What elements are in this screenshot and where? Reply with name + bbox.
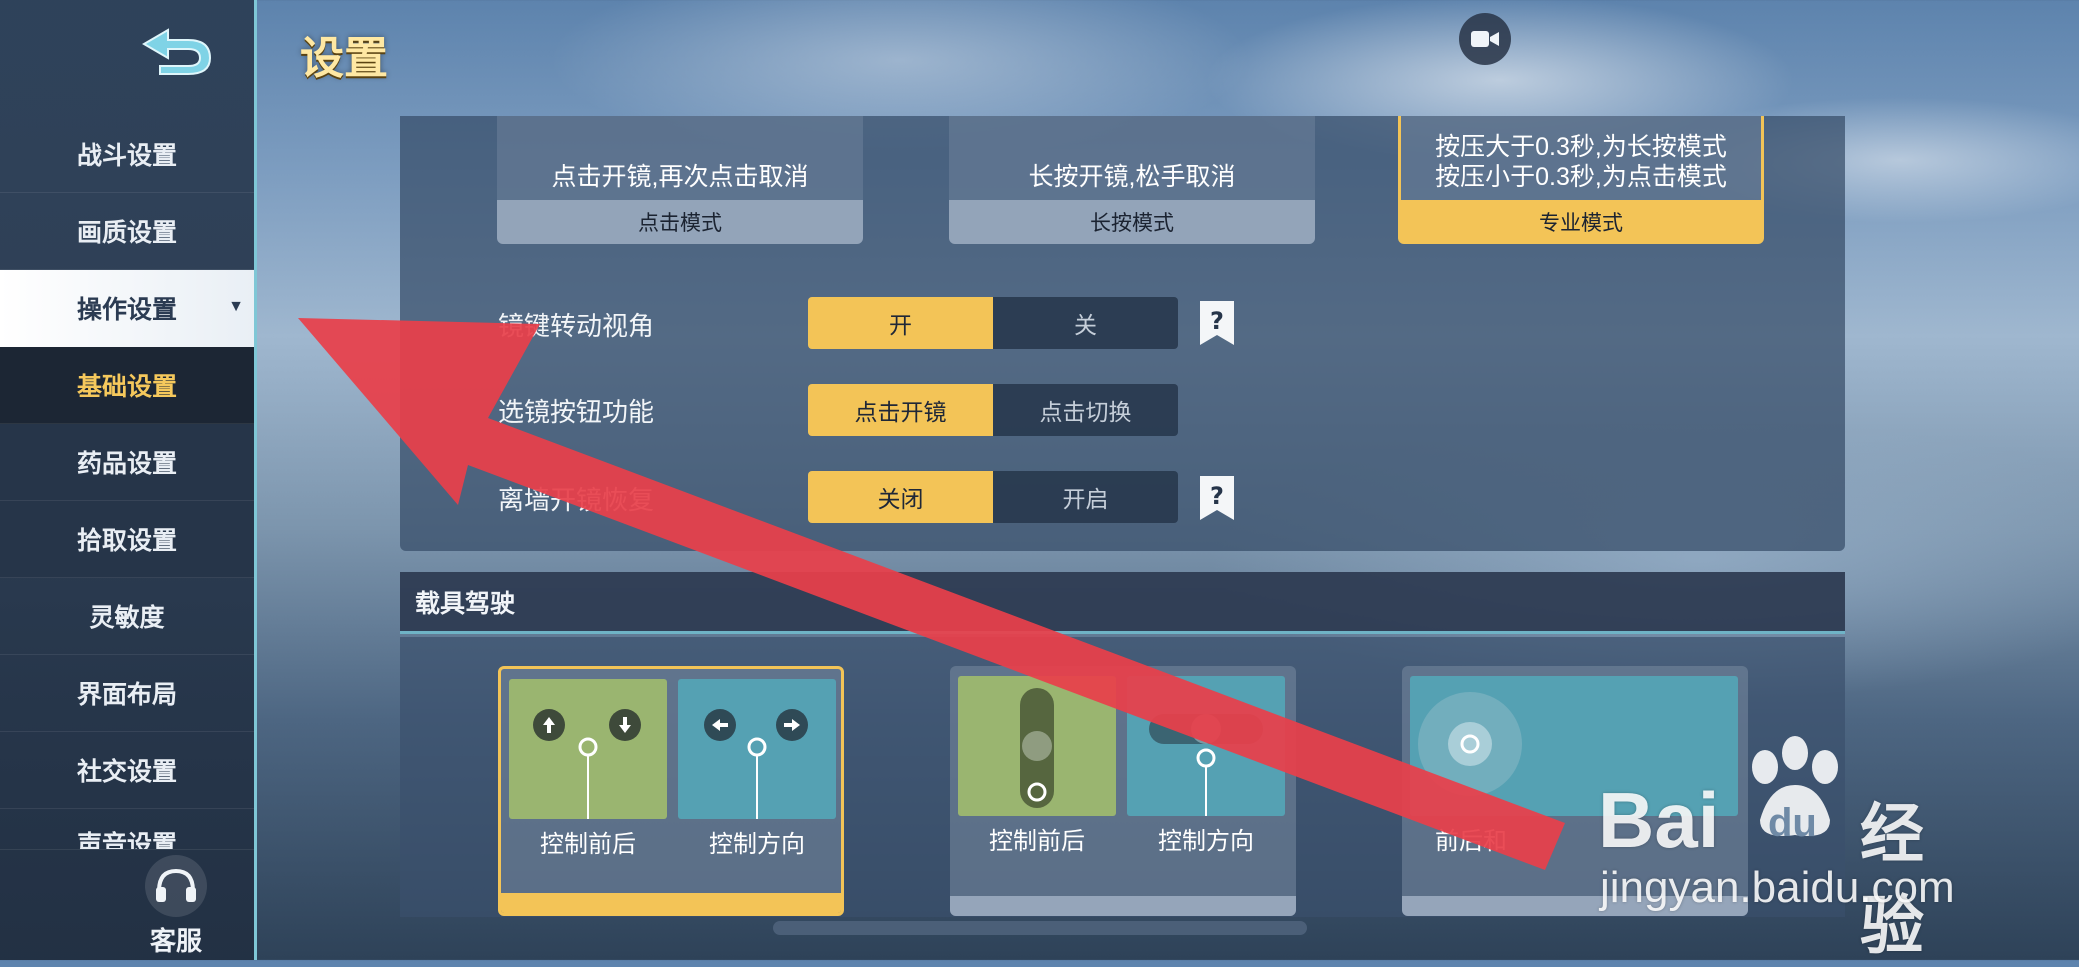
mode-card-hold[interactable]: 长按开镜,松手取消 长按模式 [949, 116, 1315, 244]
toggle-option-on[interactable]: 开 [808, 297, 993, 349]
mode-card-pro[interactable]: 按压大于0.3秒,为长按模式 按压小于0.3秒,为点击模式 专业模式 [1398, 116, 1764, 244]
horizontal-scrollbar[interactable] [773, 921, 1307, 935]
drive-mode-card-2[interactable]: 控制前后 控制方向 [950, 666, 1296, 916]
video-camera-icon [1471, 31, 1499, 47]
sidebar-item-sound[interactable]: 声音设置 [0, 809, 254, 850]
headset-icon [145, 855, 207, 917]
section-title: 载具驾驶 [415, 589, 516, 618]
forward-back-tile [509, 679, 667, 819]
watermark-url: jingyan.baidu.com [1600, 863, 1955, 912]
sidebar-item-label: 拾取设置 [76, 527, 177, 555]
drive-card-footer [950, 896, 1296, 916]
drive-caption: 控制方向 [709, 831, 805, 858]
sidebar-item-layout[interactable]: 界面布局 [0, 655, 254, 732]
sidebar-item-label: 灵敏度 [89, 604, 165, 632]
sidebar-item-label: 操作设置 [76, 296, 177, 324]
drive-caption: 控制前后 [989, 828, 1085, 855]
back-arrow-icon [142, 28, 212, 75]
toggle-option-open[interactable]: 开启 [993, 471, 1178, 523]
section-header-vehicle: 载具驾驶 [400, 572, 1845, 634]
mode-description: 点击开镜,再次点击取消 [497, 116, 863, 200]
drive-caption: 控制方向 [1158, 828, 1254, 855]
mode-label: 点击模式 [497, 200, 863, 244]
toggle-scope-button: 点击开镜 点击切换 [808, 384, 1178, 436]
toggle-option-tap-switch[interactable]: 点击切换 [993, 384, 1178, 436]
sidebar-item-label: 基础设置 [76, 373, 177, 401]
toggle-option-off[interactable]: 关 [993, 297, 1178, 349]
mode-description: 长按开镜,松手取消 [949, 116, 1315, 200]
sidebar-item-label: 界面布局 [76, 681, 177, 709]
steering-slider-tile [1127, 676, 1285, 816]
setting-label-scope-button: 选镜按钮功能 [498, 397, 655, 427]
sidebar-item-label: 战斗设置 [76, 142, 177, 170]
record-button[interactable] [1459, 13, 1511, 65]
mode-label: 长按模式 [949, 200, 1315, 244]
steering-tile [678, 679, 836, 819]
toggle-scope-rotate: 开 关 [808, 297, 1178, 349]
sidebar-item-label: 声音设置 [76, 831, 177, 850]
drive-card-footer [501, 893, 841, 913]
watermark-brand: Bai [1598, 776, 1720, 864]
mode-description-line: 点击开镜,再次点击取消 [551, 163, 809, 191]
drive-mode-card-1[interactable]: 控制前后 控制方向 [498, 666, 844, 916]
mode-description-line: 按压小于0.3秒,为点击模式 [1435, 163, 1727, 191]
mode-description-line: 长按开镜,松手取消 [1028, 163, 1236, 191]
help-icon[interactable]: ? [1198, 474, 1236, 522]
sidebar-item-controls[interactable]: 操作设置 ▼ [0, 270, 254, 347]
sidebar-item-medicine[interactable]: 药品设置 [0, 424, 254, 501]
drive-caption: 前后和 [1435, 828, 1507, 855]
mode-description: 按压大于0.3秒,为长按模式 按压小于0.3秒,为点击模式 [1398, 116, 1764, 200]
mode-description-line: 按压大于0.3秒,为长按模式 [1435, 133, 1727, 161]
svg-text:?: ? [1210, 307, 1224, 335]
sidebar-item-label: 药品设置 [76, 450, 177, 478]
mode-label: 专业模式 [1398, 200, 1764, 244]
sidebar-item-label: 画质设置 [76, 219, 177, 247]
sidebar-item-sensitivity[interactable]: 灵敏度 [0, 578, 254, 655]
back-button[interactable] [138, 20, 214, 84]
page-title: 设置 [300, 34, 388, 83]
sidebar-item-social[interactable]: 社交设置 [0, 732, 254, 809]
caret-down-icon: ▼ [228, 298, 244, 315]
sidebar-item-graphics[interactable]: 画质设置 [0, 193, 254, 270]
toggle-option-close[interactable]: 关闭 [808, 471, 993, 523]
setting-label-scope-rotate: 镜键转动视角 [498, 311, 655, 341]
sidebar-item-pickup[interactable]: 拾取设置 [0, 501, 254, 578]
setting-label-wall-restore: 离墙开镜恢复 [498, 485, 655, 515]
sidebar-item-basic[interactable]: 基础设置 [0, 347, 254, 424]
watermark-brand-du: du [1768, 801, 1817, 845]
sidebar-item-combat[interactable]: 战斗设置 [0, 116, 254, 193]
toggle-option-tap-scope[interactable]: 点击开镜 [808, 384, 993, 436]
toggle-wall-restore: 关闭 开启 [808, 471, 1178, 523]
customer-service-label: 客服 [149, 926, 202, 956]
slider-tile [958, 676, 1116, 816]
mode-card-tap[interactable]: 点击开镜,再次点击取消 点击模式 [497, 116, 863, 244]
sidebar-item-label: 社交设置 [76, 758, 177, 786]
sidebar: 战斗设置 画质设置 操作设置 ▼ 基础设置 药品设置 拾取设置 灵敏度 界面布局… [0, 0, 257, 960]
help-icon[interactable]: ? [1198, 299, 1236, 347]
drive-caption: 控制前后 [540, 831, 636, 858]
customer-service-button[interactable]: 客服 [140, 855, 212, 958]
svg-text:?: ? [1210, 482, 1224, 510]
